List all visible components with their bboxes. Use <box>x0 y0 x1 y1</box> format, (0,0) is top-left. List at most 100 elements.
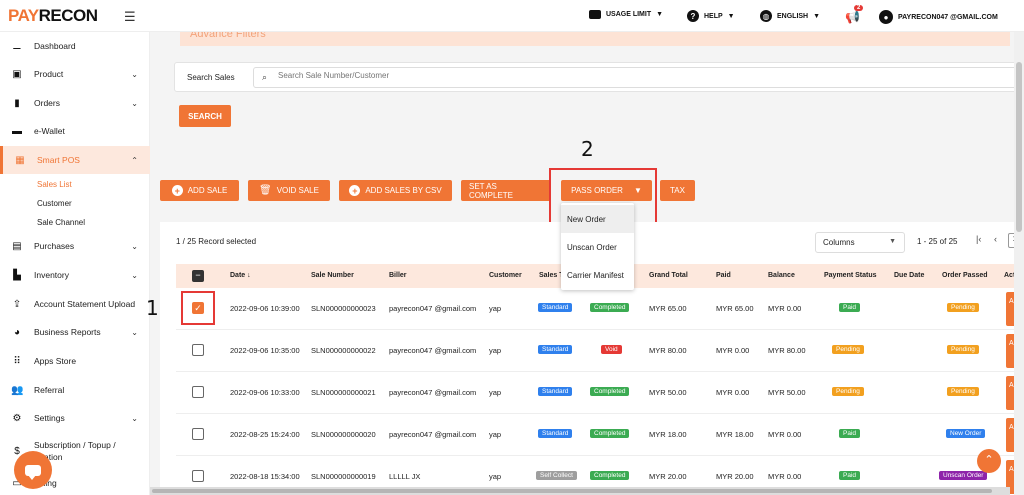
row-checkbox[interactable] <box>192 470 204 482</box>
sidebar-sub-customer[interactable]: Customer <box>37 199 72 208</box>
chevron-down-icon: ⌄ <box>131 413 138 423</box>
notification-badge: 2 <box>854 5 864 11</box>
col-grand-total[interactable]: Grand Total <box>649 272 688 279</box>
row-checkbox[interactable] <box>192 386 204 398</box>
plus-icon: + <box>349 185 361 196</box>
row-checkbox[interactable] <box>192 428 204 440</box>
row-checkbox[interactable] <box>192 344 204 356</box>
order-passed-badge: Pending <box>947 387 979 396</box>
table-row[interactable]: ✓ 2022-09-06 10:39:00 SLN000000000023 pa… <box>176 288 1024 330</box>
sidebar-sub-sale-channel[interactable]: Sale Channel <box>37 218 85 227</box>
sidebar-item-apps-store[interactable]: ⠿ Apps Store <box>0 347 150 375</box>
records-selected-text: 1 / 25 Record selected <box>176 237 257 246</box>
tax-button[interactable]: TAX <box>660 180 695 201</box>
col-payment-status[interactable]: Payment Status <box>824 272 877 279</box>
notifications-button[interactable]: 📢 2 <box>845 5 864 24</box>
usage-limit-menu[interactable]: USAGE LIMIT ▼ <box>589 10 663 19</box>
first-page-icon[interactable]: |‹ <box>976 234 981 244</box>
wallet-icon: ▬ <box>12 125 22 137</box>
payment-status-badge: Pending <box>832 387 864 396</box>
sidebar-item-ewallet[interactable]: ▬ e-Wallet <box>0 117 150 145</box>
cart-icon: ▤ <box>12 240 22 252</box>
user-avatar-icon: ● <box>879 10 893 24</box>
chevron-down-icon: ⌄ <box>131 69 138 79</box>
sidebar-item-account-statement-upload[interactable]: ⇪ Account Statement Upload <box>0 290 150 318</box>
sales-type-badge: Standard <box>538 387 573 396</box>
chevron-down-icon: ⌄ <box>131 270 138 280</box>
sale-status-badge: Completed <box>590 387 630 396</box>
add-sales-by-csv-button[interactable]: + ADD SALES BY CSV <box>339 180 452 201</box>
main-content: Advance Filters Search Sales ⌕ SEARCH 2 … <box>150 32 1024 495</box>
top-header: PAYRECON ☰ USAGE LIMIT ▼ ? HELP ▼ ◍ ENGL… <box>0 0 1024 32</box>
clipboard-icon: ▮ <box>14 97 20 109</box>
payment-status-badge: Paid <box>839 303 861 312</box>
sidebar-item-settings[interactable]: ⚙ Settings ⌄ <box>0 404 150 432</box>
box-icon: ▣ <box>12 68 22 80</box>
warehouse-icon: ▙ <box>13 269 21 281</box>
col-biller[interactable]: Biller <box>389 272 407 279</box>
megaphone-icon: 📢 <box>845 10 860 24</box>
vertical-scrollbar[interactable] <box>1014 32 1024 495</box>
search-sales-label: Search Sales <box>187 73 235 82</box>
search-button[interactable]: SEARCH <box>179 105 231 127</box>
advance-filters-header[interactable]: Advance Filters <box>180 32 1010 46</box>
pass-order-dropdown: New Order Unscan Order Carrier Manifest <box>561 203 634 290</box>
search-input[interactable] <box>278 71 978 80</box>
help-menu[interactable]: ? HELP ▼ <box>687 10 735 22</box>
language-menu[interactable]: ◍ ENGLISH ▼ <box>760 10 820 22</box>
menu-item-carrier-manifest[interactable]: Carrier Manifest <box>561 261 634 289</box>
scrollbar-thumb[interactable] <box>152 489 992 493</box>
menu-item-new-order[interactable]: New Order <box>561 205 634 233</box>
sidebar-sub-sales-list[interactable]: Sales List <box>37 180 72 189</box>
scroll-to-top-button[interactable]: ⌃ <box>977 449 1001 473</box>
globe-icon: ◍ <box>760 10 772 22</box>
col-order-passed[interactable]: Order Passed <box>942 272 988 279</box>
chat-icon <box>25 464 41 480</box>
col-paid[interactable]: Paid <box>716 272 731 279</box>
scrollbar-thumb[interactable] <box>1016 62 1022 232</box>
void-sale-button[interactable]: 🗑 VOID SALE <box>248 180 330 201</box>
table-row[interactable]: 2022-08-25 15:24:00 SLN000000000020 payr… <box>176 414 1024 456</box>
sidebar-item-referral[interactable]: 👥 Referral <box>0 376 150 404</box>
pagination-text: 1 - 25 of 25 <box>917 237 958 246</box>
col-date[interactable]: Date ↓ <box>230 272 251 279</box>
chevron-down-icon: ▼ <box>889 238 896 245</box>
add-sale-button[interactable]: + ADD SALE <box>160 180 239 201</box>
payrecon-logo[interactable]: PAYRECON <box>8 6 98 26</box>
user-account-menu[interactable]: ● PAYRECON047 @GMAIL.COM <box>879 10 998 24</box>
select-all-checkbox[interactable]: − <box>192 270 204 282</box>
col-sale-number[interactable]: Sale Number <box>311 272 354 279</box>
sidebar-item-business-reports[interactable]: ◕ Business Reports ⌄ <box>0 318 150 346</box>
payment-status-badge: Paid <box>839 429 861 438</box>
hamburger-menu-icon[interactable]: ☰ <box>124 9 136 25</box>
order-passed-badge: New Order <box>946 429 986 438</box>
col-customer[interactable]: Customer <box>489 272 522 279</box>
order-passed-badge: Pending <box>947 345 979 354</box>
sidebar-item-smart-pos[interactable]: ▦ Smart POS ⌃ <box>0 146 150 174</box>
sales-type-badge: Standard <box>538 429 573 438</box>
sale-status-badge: Completed <box>590 471 630 480</box>
table-row[interactable]: 2022-09-06 10:35:00 SLN000000000022 payr… <box>176 330 1024 372</box>
sidebar-item-inventory[interactable]: ▙ Inventory ⌄ <box>0 261 150 289</box>
horizontal-scrollbar[interactable] <box>150 487 1010 495</box>
checkbox-highlight <box>181 291 215 325</box>
columns-select[interactable]: Columns ▼ <box>815 232 905 253</box>
sidebar: ⚊ Dashboard ▣ Product ⌄ ▮ Orders ⌄ ▬ e-W… <box>0 32 150 495</box>
sale-status-badge: Void <box>601 345 622 354</box>
sidebar-item-product[interactable]: ▣ Product ⌄ <box>0 60 150 88</box>
col-balance[interactable]: Balance <box>768 272 795 279</box>
server-icon <box>589 10 601 19</box>
table-row[interactable]: 2022-09-06 10:33:00 SLN000000000021 payr… <box>176 372 1024 414</box>
upload-icon: ⇪ <box>12 298 22 310</box>
search-card: Search Sales ⌕ <box>174 62 1024 92</box>
chat-button[interactable] <box>14 451 52 489</box>
chevron-down-icon: ⌄ <box>131 98 138 108</box>
sidebar-item-orders[interactable]: ▮ Orders ⌄ <box>0 89 150 117</box>
chevron-down-icon: ▼ <box>656 11 664 18</box>
menu-item-unscan-order[interactable]: Unscan Order <box>561 233 634 261</box>
sidebar-item-purchases[interactable]: ▤ Purchases ⌄ <box>0 232 150 260</box>
col-due-date[interactable]: Due Date <box>894 272 924 279</box>
set-as-complete-button[interactable]: SET AS COMPLETE <box>461 180 551 201</box>
prev-page-icon[interactable]: ‹ <box>994 234 997 244</box>
sidebar-item-dashboard[interactable]: ⚊ Dashboard <box>0 32 150 60</box>
